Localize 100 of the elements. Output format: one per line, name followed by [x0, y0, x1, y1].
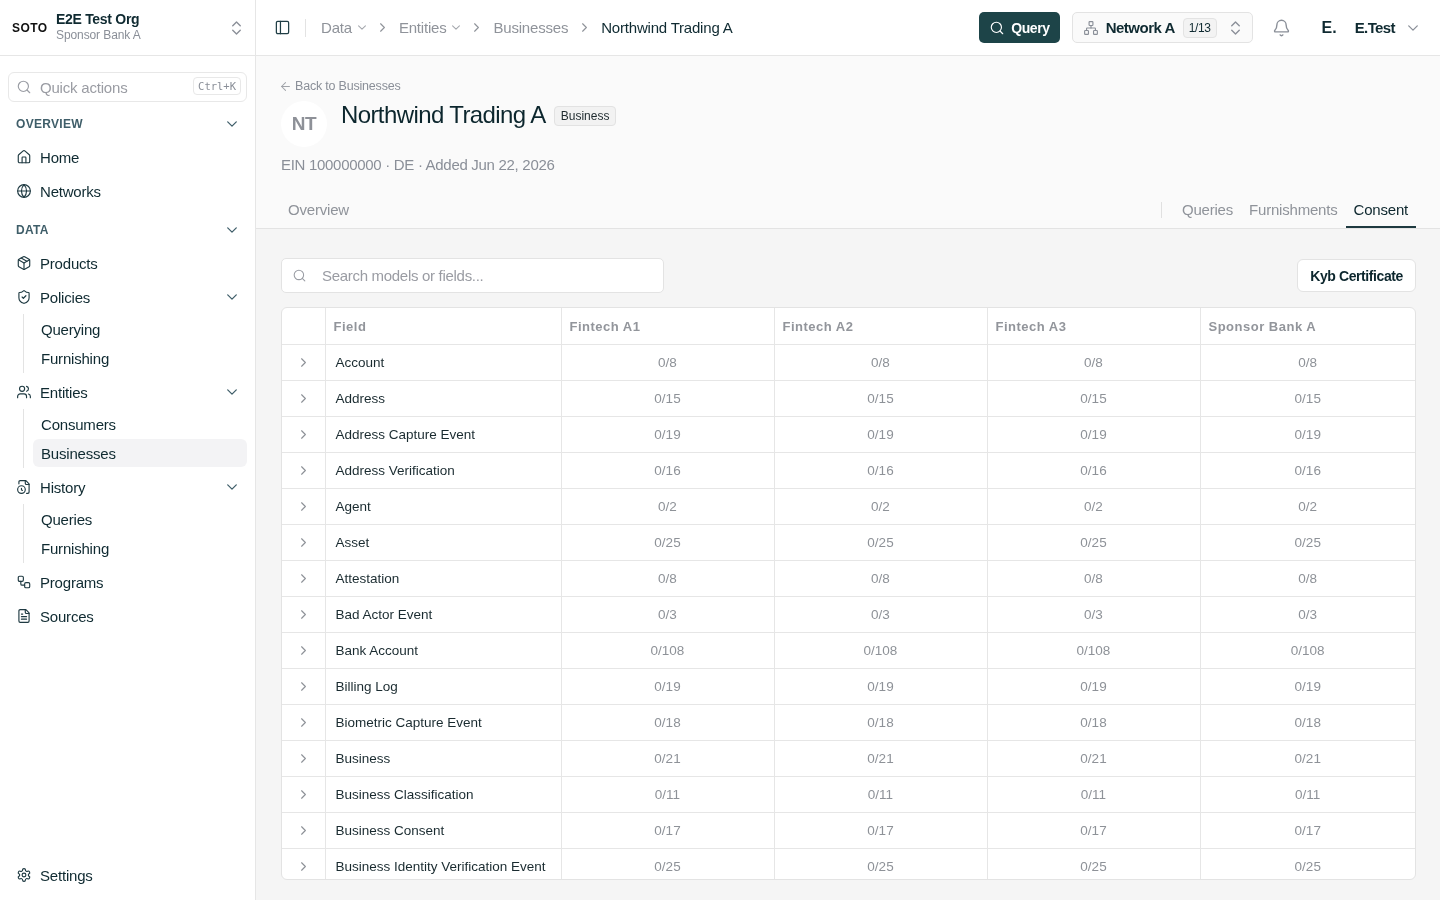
- chevron-right-icon[interactable]: [300, 502, 306, 511]
- chevron-right-icon[interactable]: [300, 754, 306, 763]
- table-cell: 0/19: [1200, 668, 1415, 705]
- section-header[interactable]: OVERVIEW: [8, 108, 247, 140]
- sidebar-item[interactable]: History: [8, 470, 227, 504]
- table-cell: Business Classification: [325, 776, 561, 813]
- chevron-right-icon[interactable]: [300, 790, 306, 799]
- count-badge: 1/13: [1182, 17, 1217, 38]
- sidebar-item[interactable]: Policies: [8, 280, 227, 314]
- column-header: Fintech A1: [561, 308, 774, 345]
- type-badge: Business: [553, 106, 617, 126]
- chevron-down-icon[interactable]: [227, 389, 237, 395]
- sidebar-item[interactable]: Sources: [8, 599, 237, 633]
- chevron-down-icon[interactable]: [227, 484, 237, 490]
- chevron-right-icon[interactable]: [300, 610, 306, 619]
- table-cell: 0/2: [561, 488, 774, 525]
- table-cell: 0/25: [1200, 524, 1415, 561]
- chevron-right-icon[interactable]: [300, 358, 306, 367]
- chevron-down-icon[interactable]: [227, 227, 237, 233]
- table-cell: Business: [325, 740, 561, 777]
- sidebar-item[interactable]: Networks: [8, 174, 237, 208]
- table-cell: 0/8: [774, 560, 987, 597]
- chevron-right-icon[interactable]: [300, 394, 306, 403]
- table-cell: 0/19: [1200, 416, 1415, 453]
- network-selector[interactable]: Network A 1/13: [1071, 12, 1253, 43]
- table-cell: 0/18: [987, 704, 1200, 741]
- shortcut-key: Ctrl+K: [193, 77, 241, 95]
- file-clock-icon: [17, 480, 31, 494]
- table-cell: 0/19: [987, 416, 1200, 453]
- sidebar-item[interactable]: Products: [8, 246, 237, 280]
- box-icon: [17, 256, 31, 270]
- chevron-right-icon: [474, 23, 480, 32]
- globe-icon: [17, 184, 31, 198]
- table-cell: 0/11: [774, 776, 987, 813]
- query-button[interactable]: Query: [979, 12, 1060, 43]
- table-cell: 0/25: [987, 524, 1200, 561]
- table-cell: 0/19: [561, 668, 774, 705]
- bell-icon[interactable]: [1272, 18, 1290, 37]
- kyb-certificate-button[interactable]: Kyb Certificate: [1297, 259, 1416, 292]
- column-header: Fintech A3: [987, 308, 1200, 345]
- column-header: Fintech A2: [774, 308, 987, 345]
- table-cell: 0/21: [987, 740, 1200, 777]
- table-cell: 0/11: [561, 776, 774, 813]
- sidebar-item[interactable]: Programs: [8, 565, 237, 599]
- table-cell: Business Identity Verification Event: [325, 848, 561, 879]
- table-cell: Address Verification: [325, 452, 561, 489]
- sidebar-item[interactable]: Home: [8, 140, 237, 174]
- chevron-down-icon[interactable]: [227, 294, 237, 300]
- sidebar-toggle-icon[interactable]: [275, 20, 290, 35]
- table-cell: 0/3: [1200, 596, 1415, 633]
- table-cell: 0/17: [774, 812, 987, 849]
- chevron-right-icon[interactable]: [300, 466, 306, 475]
- table-cell: Agent: [325, 488, 561, 525]
- avatar: NT: [281, 101, 327, 147]
- user-menu[interactable]: E.Test: [1354, 19, 1418, 36]
- sidebar-item[interactable]: Entities: [8, 375, 227, 409]
- chevron-right-icon[interactable]: [300, 646, 306, 655]
- table-cell: 0/108: [987, 632, 1200, 669]
- table-cell: 0/18: [1200, 704, 1415, 741]
- chevron-right-icon[interactable]: [300, 826, 306, 835]
- table-cell: 0/25: [774, 848, 987, 879]
- chevrons-up-down-icon[interactable]: [232, 20, 241, 35]
- chevron-right-icon[interactable]: [300, 430, 306, 439]
- chevron-right-icon[interactable]: [300, 538, 306, 547]
- section-header[interactable]: DATA: [8, 214, 247, 246]
- table-cell: 0/19: [774, 416, 987, 453]
- table-cell: 0/3: [987, 596, 1200, 633]
- sidebar-item[interactable]: Settings: [8, 858, 237, 892]
- table-cell: 0/15: [1200, 380, 1415, 417]
- chevron-right-icon[interactable]: [300, 718, 306, 727]
- chevron-right-icon[interactable]: [300, 682, 306, 691]
- chevron-down-icon: [1408, 24, 1418, 31]
- table-cell: Account: [325, 344, 561, 381]
- table-cell: 0/17: [561, 812, 774, 849]
- chevron-right-icon[interactable]: [300, 862, 306, 871]
- chevron-down-icon[interactable]: [227, 121, 237, 127]
- table-cell: Billing Log: [325, 668, 561, 705]
- network-icon: [1083, 20, 1098, 35]
- sidebar-subitem[interactable]: Businesses: [33, 439, 247, 467]
- sidebar-subitem[interactable]: Furnishing: [33, 344, 247, 372]
- column-header: Sponsor Bank A: [1200, 308, 1415, 345]
- table-cell: 0/19: [561, 416, 774, 453]
- settings-icon: [17, 868, 31, 882]
- table-cell: 0/2: [1200, 488, 1415, 525]
- sidebar-subitem[interactable]: Querying: [33, 315, 247, 343]
- table-cell: 0/2: [774, 488, 987, 525]
- search-icon: [17, 80, 31, 94]
- sidebar-subitem[interactable]: Consumers: [33, 410, 247, 438]
- org-name: E2E Test Org: [56, 10, 140, 27]
- table-cell: 0/17: [987, 812, 1200, 849]
- chevron-right-icon[interactable]: [300, 574, 306, 583]
- table-cell: 0/3: [774, 596, 987, 633]
- entity-name: Northwind Trading A: [341, 101, 546, 129]
- search-field[interactable]: Search models or fields...: [281, 258, 664, 293]
- table-cell: Asset: [325, 524, 561, 561]
- sidebar-subitem[interactable]: Queries: [33, 505, 247, 533]
- sidebar-subitem[interactable]: Furnishing: [33, 534, 247, 562]
- table-cell: 0/11: [987, 776, 1200, 813]
- search-icon: [293, 269, 306, 282]
- table-cell: 0/8: [1200, 560, 1415, 597]
